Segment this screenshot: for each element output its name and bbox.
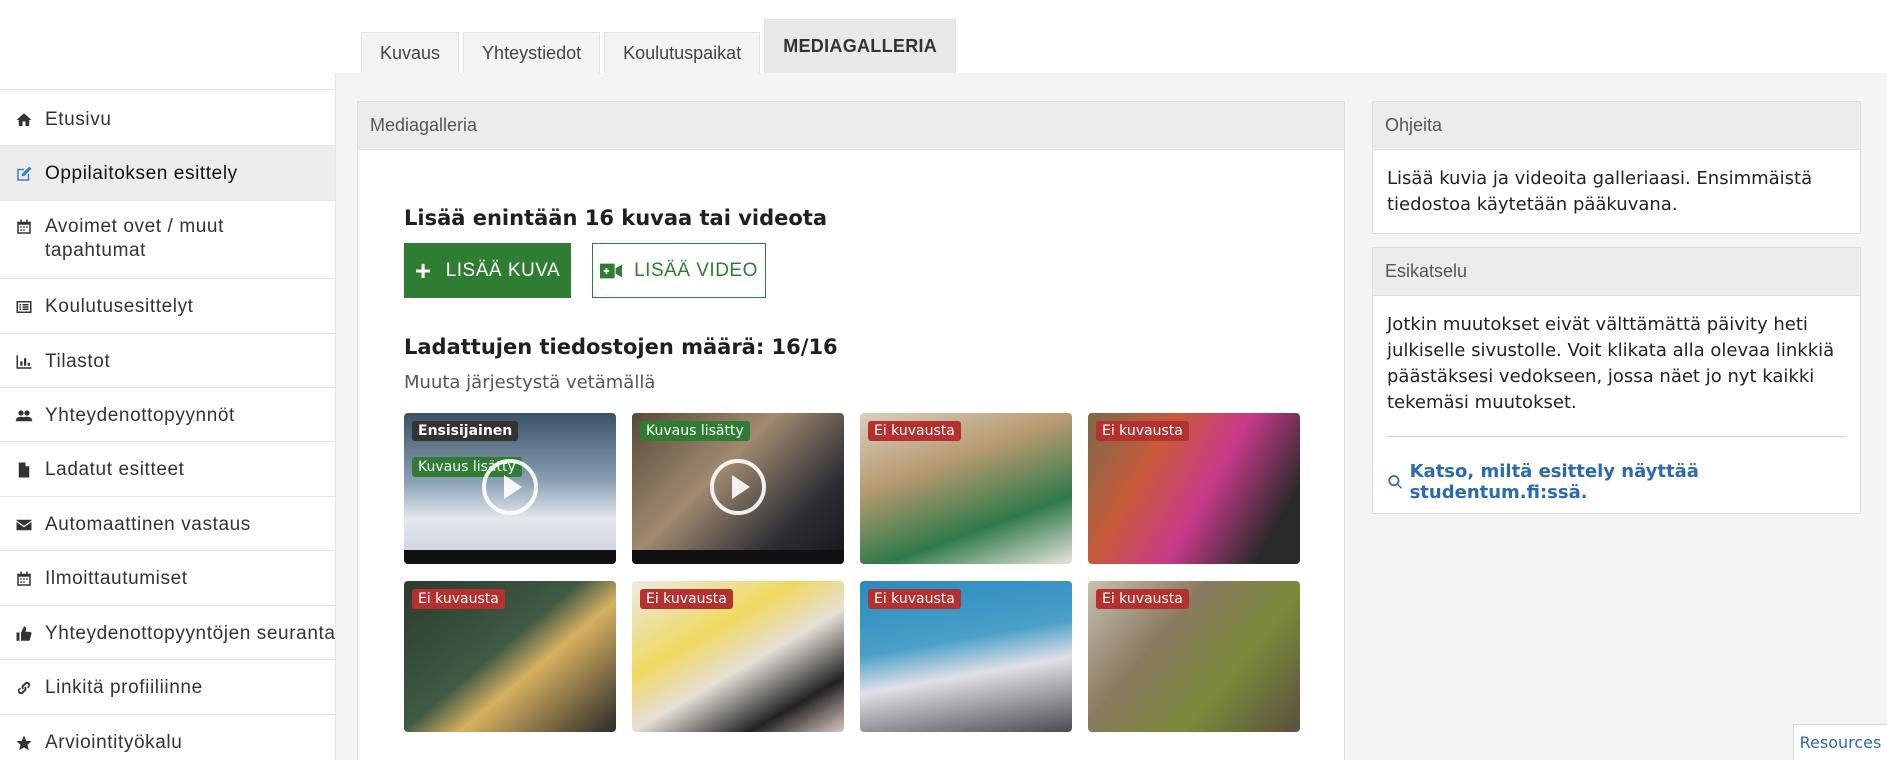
sidebar-item-avoimet-ovet[interactable]: Avoimet ovet / muut tapahtumat bbox=[0, 200, 335, 278]
link-icon bbox=[15, 676, 45, 700]
tab-koulutuspaikat[interactable]: Koulutuspaikat bbox=[604, 32, 761, 73]
envelope-icon bbox=[15, 513, 45, 537]
sidebar-item-oppilaitoksen-esittely[interactable]: Oppilaitoksen esittely bbox=[0, 145, 335, 200]
sidebar-item-koulutusesittelyt[interactable]: Koulutusesittelyt bbox=[0, 278, 335, 333]
sidebar-item-yhteydenottopyynnot[interactable]: Yhteydenottopyynnöt bbox=[0, 387, 335, 441]
reorder-hint: Muuta järjestystä vetämällä bbox=[404, 372, 656, 393]
add-image-button[interactable]: + LISÄÄ KUVA bbox=[404, 243, 571, 298]
sidebar: Etusivu Oppilaitoksen esittely Avoimet o… bbox=[0, 89, 335, 760]
sidebar-item-ladatut-esitteet[interactable]: Ladatut esitteet bbox=[0, 441, 335, 496]
sidebar-item-arviointityokalu[interactable]: Arviointityökalu bbox=[0, 714, 335, 760]
media-thumbnail[interactable]: Ei kuvausta bbox=[632, 581, 844, 732]
media-thumbnail[interactable]: Ensisijainen Kuvaus lisätty bbox=[404, 413, 616, 564]
gallery-panel-header: Mediagalleria bbox=[358, 102, 1344, 150]
play-icon bbox=[710, 459, 766, 515]
video-bar bbox=[404, 550, 616, 564]
instructions-header: Ohjeita bbox=[1373, 102, 1860, 150]
media-thumbnail[interactable]: Ei kuvausta bbox=[404, 581, 616, 732]
users-icon bbox=[15, 404, 45, 428]
description-badge: Kuvaus lisätty bbox=[640, 421, 750, 441]
no-description-badge: Ei kuvausta bbox=[640, 589, 733, 609]
play-icon bbox=[482, 459, 538, 515]
tab-mediagalleria[interactable]: MEDIAGALLERIA bbox=[764, 19, 957, 73]
resources-button[interactable]: Resources bbox=[1793, 724, 1887, 760]
media-thumbnail[interactable]: Kuvaus lisätty bbox=[632, 413, 844, 564]
preview-link[interactable]: Katso, miltä esittely näyttää studentum.… bbox=[1373, 437, 1860, 503]
edit-icon bbox=[15, 162, 45, 186]
no-description-badge: Ei kuvausta bbox=[412, 589, 505, 609]
uploaded-count: Ladattujen tiedostojen määrä: 16/16 bbox=[404, 335, 838, 359]
gallery-panel: Mediagalleria Lisää enintään 16 kuvaa ta… bbox=[357, 101, 1345, 760]
sidebar-item-automaattinen-vastaus[interactable]: Automaattinen vastaus bbox=[0, 496, 335, 550]
no-description-badge: Ei kuvausta bbox=[1096, 421, 1189, 441]
preview-text: Jotkin muutokset eivät välttämättä päivi… bbox=[1387, 314, 1835, 413]
instructions-panel: Ohjeita Lisää kuvia ja videoita galleria… bbox=[1372, 101, 1861, 234]
primary-badge: Ensisijainen bbox=[412, 421, 519, 441]
video-camera-icon bbox=[600, 263, 623, 278]
home-icon bbox=[15, 108, 45, 132]
add-video-button[interactable]: LISÄÄ VIDEO bbox=[592, 243, 766, 298]
calendar-icon bbox=[15, 215, 45, 239]
calendar-icon bbox=[15, 567, 45, 591]
bar-chart-icon bbox=[15, 350, 45, 374]
sidebar-item-ilmoittautumiset[interactable]: Ilmoittautumiset bbox=[0, 550, 335, 605]
gallery-title: Lisää enintään 16 kuvaa tai videota bbox=[404, 206, 828, 230]
no-description-badge: Ei kuvausta bbox=[868, 421, 961, 441]
sidebar-item-linkita-profiiliinne[interactable]: Linkitä profiiliinne bbox=[0, 659, 335, 714]
search-icon bbox=[1388, 475, 1403, 489]
tab-bar: Kuvaus Yhteystiedot Koulutuspaikat MEDIA… bbox=[361, 19, 960, 73]
media-thumbnail[interactable]: Ei kuvausta bbox=[860, 413, 1072, 564]
preview-header: Esikatselu bbox=[1373, 248, 1860, 296]
media-thumbnail[interactable]: Ei kuvausta bbox=[1088, 581, 1300, 732]
list-icon bbox=[15, 295, 45, 319]
file-icon bbox=[15, 458, 45, 482]
media-thumbnail[interactable]: Ei kuvausta bbox=[860, 581, 1072, 732]
no-description-badge: Ei kuvausta bbox=[868, 589, 961, 609]
sidebar-item-tilastot[interactable]: Tilastot bbox=[0, 333, 335, 387]
no-description-badge: Ei kuvausta bbox=[1096, 589, 1189, 609]
instructions-text: Lisää kuvia ja videoita galleriaasi. Ens… bbox=[1387, 168, 1813, 215]
sidebar-item-etusivu[interactable]: Etusivu bbox=[0, 89, 335, 145]
thumbs-up-icon bbox=[15, 622, 45, 646]
tab-kuvaus[interactable]: Kuvaus bbox=[361, 32, 460, 73]
media-thumbnail[interactable]: Ei kuvausta bbox=[1088, 413, 1300, 564]
tab-yhteystiedot[interactable]: Yhteystiedot bbox=[463, 32, 601, 73]
plus-icon: + bbox=[414, 254, 432, 286]
preview-panel: Esikatselu Jotkin muutokset eivät välttä… bbox=[1372, 247, 1861, 514]
sidebar-item-yhteydenottopyyntojen-seuranta[interactable]: Yhteydenottopyyntöjen seuranta bbox=[0, 605, 335, 659]
star-icon bbox=[15, 731, 45, 755]
video-bar bbox=[632, 550, 844, 564]
